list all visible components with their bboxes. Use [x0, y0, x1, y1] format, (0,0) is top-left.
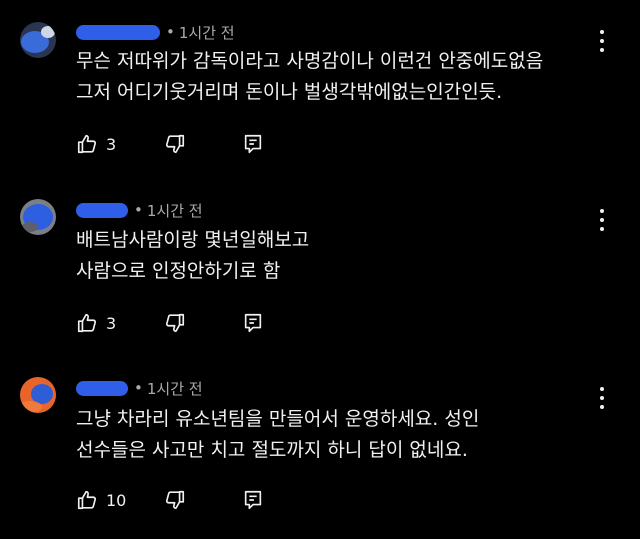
reply-icon[interactable]	[240, 487, 266, 513]
like-count: 3	[106, 313, 117, 333]
comment-meta: • 1시간 전	[76, 376, 203, 400]
like-icon[interactable]	[74, 487, 100, 513]
dislike-icon[interactable]	[162, 487, 188, 513]
comment-text: 배트남사람이랑 몇년일해보고 사람으로 인정안하기로 함	[76, 225, 309, 287]
comment-actions: 3	[74, 130, 266, 158]
redacted-username[interactable]	[76, 24, 160, 40]
comment-actions: 3	[74, 309, 266, 337]
like-icon[interactable]	[74, 310, 100, 336]
redacted-username[interactable]	[76, 380, 128, 396]
comment-timestamp: 1시간 전	[146, 379, 203, 398]
comment-timestamp: 1시간 전	[178, 23, 235, 42]
comment-text: 무슨 저따위가 감독이라고 사명감이나 이런건 안중에도없음 그저 어디기웃거리…	[76, 46, 543, 108]
more-options-icon[interactable]	[594, 28, 610, 54]
separator-dot: •	[134, 379, 143, 397]
comment-timestamp: 1시간 전	[146, 201, 203, 220]
separator-dot: •	[134, 201, 143, 219]
reply-icon[interactable]	[240, 131, 266, 157]
dislike-icon[interactable]	[162, 310, 188, 336]
avatar[interactable]	[20, 199, 56, 235]
reply-icon[interactable]	[240, 310, 266, 336]
more-options-icon[interactable]	[594, 385, 610, 411]
redacted-username[interactable]	[76, 202, 128, 218]
like-icon[interactable]	[74, 131, 100, 157]
like-count: 10	[106, 490, 127, 510]
more-options-icon[interactable]	[594, 207, 610, 233]
dislike-icon[interactable]	[162, 131, 188, 157]
separator-dot: •	[166, 23, 175, 41]
comment-line: 그냥 차라리 유소년팀을 만들어서 운영하세요. 성인	[76, 408, 480, 430]
comment-line: 선수들은 사고만 치고 절도까지 하니 답이 없네요.	[76, 439, 468, 461]
comment-line: 그저 어디기웃거리며 돈이나 벌생각밖에없는인간인듯.	[76, 81, 503, 103]
comment-line: 배트남사람이랑 몇년일해보고	[76, 229, 310, 251]
comment-line: 무슨 저따위가 감독이라고 사명감이나 이런건 안중에도없음	[76, 50, 544, 72]
avatar[interactable]	[20, 377, 56, 413]
comment-line: 사람으로 인정안하기로 함	[76, 260, 281, 282]
like-count: 3	[106, 134, 117, 154]
comment-actions: 10	[74, 486, 266, 514]
comment-meta: • 1시간 전	[76, 20, 235, 44]
avatar[interactable]	[20, 22, 56, 58]
comment-meta: • 1시간 전	[76, 198, 203, 222]
comment-text: 그냥 차라리 유소년팀을 만들어서 운영하세요. 성인 선수들은 사고만 치고 …	[76, 404, 479, 466]
